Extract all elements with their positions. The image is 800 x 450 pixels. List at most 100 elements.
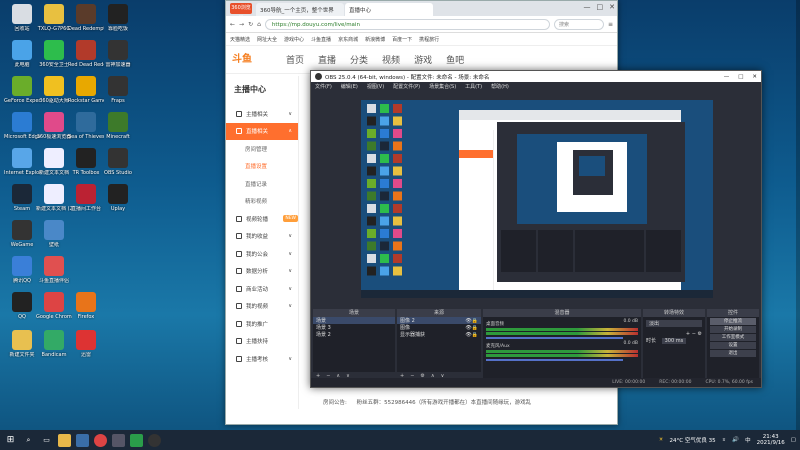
bookmark-item[interactable]: 游戏中心 <box>284 36 304 43</box>
desktop-icon[interactable]: Red Dead Redemption <box>68 40 104 68</box>
store-icon[interactable] <box>76 433 89 447</box>
transition-select[interactable]: 淡出 <box>646 320 702 327</box>
obs-maximize-icon[interactable]: □ <box>738 74 743 80</box>
home-icon[interactable]: ⌂ <box>257 21 261 28</box>
sidebar-item[interactable]: 我的推广 <box>226 315 298 333</box>
obs-menu-item[interactable]: 编辑(E) <box>341 83 358 90</box>
desktop-icon[interactable]: Minecraft <box>100 112 136 140</box>
obs-menu-item[interactable]: 文件(F) <box>315 83 332 90</box>
desktop-icon[interactable]: Google Chrome <box>36 292 72 320</box>
desktop-icon[interactable]: Firefox <box>68 292 104 320</box>
minimize-icon[interactable]: — <box>584 3 591 11</box>
bookmark-item[interactable]: 京东商城 <box>338 36 358 43</box>
sidebar-item[interactable]: 直播设置 <box>226 158 298 176</box>
desktop-icon[interactable]: Uplay <box>100 184 136 212</box>
bookmark-item[interactable]: 百度一下 <box>392 36 412 43</box>
sidebar-item[interactable]: 直播记录 <box>226 175 298 193</box>
desktop-icon[interactable]: 回收站 <box>4 4 40 32</box>
desktop-icon[interactable]: Steam <box>4 184 40 212</box>
desktop-icon[interactable]: 直播间工作台 <box>68 184 104 212</box>
sidebar-item[interactable]: 我的公会 ∨ <box>226 245 298 263</box>
desktop-icon[interactable]: Microsoft Edge <box>4 112 40 140</box>
bookmark-item[interactable]: 新浪微博 <box>365 36 385 43</box>
desktop-icon[interactable]: 360驱动大师 <box>36 76 72 104</box>
nav-home[interactable]: 首页 <box>286 53 304 66</box>
menu-icon[interactable]: ≡ <box>608 21 613 28</box>
tab-live-center[interactable]: 直播中心 <box>345 3 433 16</box>
bookmark-item[interactable]: 斗鱼直播 <box>311 36 331 43</box>
obs-menu-item[interactable]: 工具(T) <box>465 83 482 90</box>
tab-navigation[interactable]: 360导航_一个主页，整个世界 <box>256 3 344 16</box>
desktop-icon[interactable]: 斗鱼直播伴侣 <box>36 256 72 284</box>
douyu-logo[interactable]: 斗鱼 <box>232 51 272 69</box>
task-view-icon[interactable]: ▭ <box>40 434 53 447</box>
scrollbar[interactable] <box>796 0 800 450</box>
sidebar-item[interactable]: 主播相关 ∨ <box>226 105 298 123</box>
remove-transition-icon[interactable]: − <box>692 331 696 337</box>
desktop-icon[interactable]: OBS Studio <box>100 148 136 176</box>
url-field[interactable]: https://mp.douyu.com/live/main <box>264 18 550 30</box>
clock[interactable]: 21:43 2021/9/16 <box>757 434 785 446</box>
gear-icon[interactable]: ⚙ <box>698 331 702 337</box>
desktop-icon[interactable]: 腾讯QQ <box>4 256 40 284</box>
sidebar-item[interactable]: 精彩视频 <box>226 193 298 211</box>
stop-streaming-button[interactable]: 停止推流 <box>710 318 756 325</box>
input-language[interactable]: 中 <box>745 436 751 444</box>
desktop-icon[interactable]: 此电脑 <box>4 40 40 68</box>
browser-brand[interactable]: 360浏览器 <box>226 1 256 22</box>
desktop-icon[interactable]: 360安全卫士 <box>36 40 72 68</box>
sidebar-item[interactable]: 我的收益 ∨ <box>226 228 298 246</box>
obs-close-icon[interactable]: ✕ <box>752 74 757 80</box>
nav-game[interactable]: 游戏 <box>414 53 432 66</box>
chrome-icon[interactable] <box>94 433 107 447</box>
obs-menu-item[interactable]: 帮助(H) <box>491 83 509 90</box>
desktop-icon[interactable]: 新建文本文档 (2) <box>36 184 72 212</box>
search-icon[interactable]: ⌕ <box>22 434 35 447</box>
sidebar-item[interactable]: 房间管理 <box>226 140 298 158</box>
add-transition-icon[interactable]: + <box>686 331 690 337</box>
sidebar-item[interactable]: 视频轮播 NEW <box>226 210 298 228</box>
sidebar-item[interactable]: 主播考核 ∨ <box>226 350 298 368</box>
bookmark-item[interactable]: 网址大全 <box>257 36 277 43</box>
nav-live[interactable]: 直播 <box>318 53 336 66</box>
sidebar-item[interactable]: 商业活动 ∨ <box>226 280 298 298</box>
scene-item[interactable]: 场景 <box>313 317 395 324</box>
desktop-icon[interactable]: TR Toolbox <box>68 148 104 176</box>
maximize-icon[interactable]: □ <box>597 3 604 11</box>
obs-menu-item[interactable]: 视图(V) <box>367 83 384 90</box>
desktop-icon[interactable]: GeForce Experience <box>4 76 40 104</box>
desktop-icon[interactable]: 靠脸吃饭 <box>100 4 136 32</box>
bookmark-item[interactable]: 天猫精选 <box>230 36 250 43</box>
folder-icon[interactable] <box>58 433 71 447</box>
start-icon[interactable]: ⊞ <box>4 434 17 447</box>
volume-slider[interactable] <box>486 359 623 361</box>
game-icon[interactable] <box>112 433 125 447</box>
weather-text[interactable]: 24°C 空气优良 35 <box>670 436 716 444</box>
source-item[interactable]: 显示器捕获 👁🔒 <box>397 331 481 338</box>
desktop-icon[interactable]: 雷神加速器 <box>100 40 136 68</box>
close-icon[interactable]: ✕ <box>609 3 615 11</box>
desktop-icon[interactable]: 壁纸 <box>36 220 72 248</box>
nav-category[interactable]: 分类 <box>350 53 368 66</box>
volume-icon[interactable]: 🔊 <box>732 437 739 443</box>
desktop-icon[interactable]: 迅雷 <box>68 330 104 358</box>
desktop-icon[interactable]: 360极速浏览器 <box>36 112 72 140</box>
sidebar-item[interactable]: 我的视频 ∨ <box>226 298 298 316</box>
desktop-icon[interactable]: WeGame <box>4 220 40 248</box>
studio-mode-button[interactable]: 工作室模式 <box>710 334 756 341</box>
nav-video[interactable]: 视频 <box>382 53 400 66</box>
sidebar-item[interactable]: 主播扶持 <box>226 333 298 351</box>
scene-item[interactable]: 场景 2 <box>313 331 395 338</box>
notification-icon[interactable]: ▢ <box>791 437 796 443</box>
obs-menu-item[interactable]: 配置文件(P) <box>393 83 420 90</box>
bookmark-item[interactable]: 携程旅行 <box>419 36 439 43</box>
desktop-icon[interactable]: 新建文件夹 <box>4 330 40 358</box>
network-icon[interactable]: ⌅ <box>722 437 727 443</box>
desktop-icon[interactable]: TXLQ-G7P6G <box>36 4 72 32</box>
desktop-icon[interactable]: Rockstar Games <box>68 76 104 104</box>
settings-button[interactable]: 设置 <box>710 342 756 349</box>
desktop-icon[interactable]: 新建文本文档 <box>36 148 72 176</box>
duration-field[interactable]: 300 ms <box>661 338 687 344</box>
desktop-icon[interactable]: Bandicam <box>36 330 72 358</box>
sidebar-item[interactable]: 直播相关 ∧ <box>226 122 298 140</box>
